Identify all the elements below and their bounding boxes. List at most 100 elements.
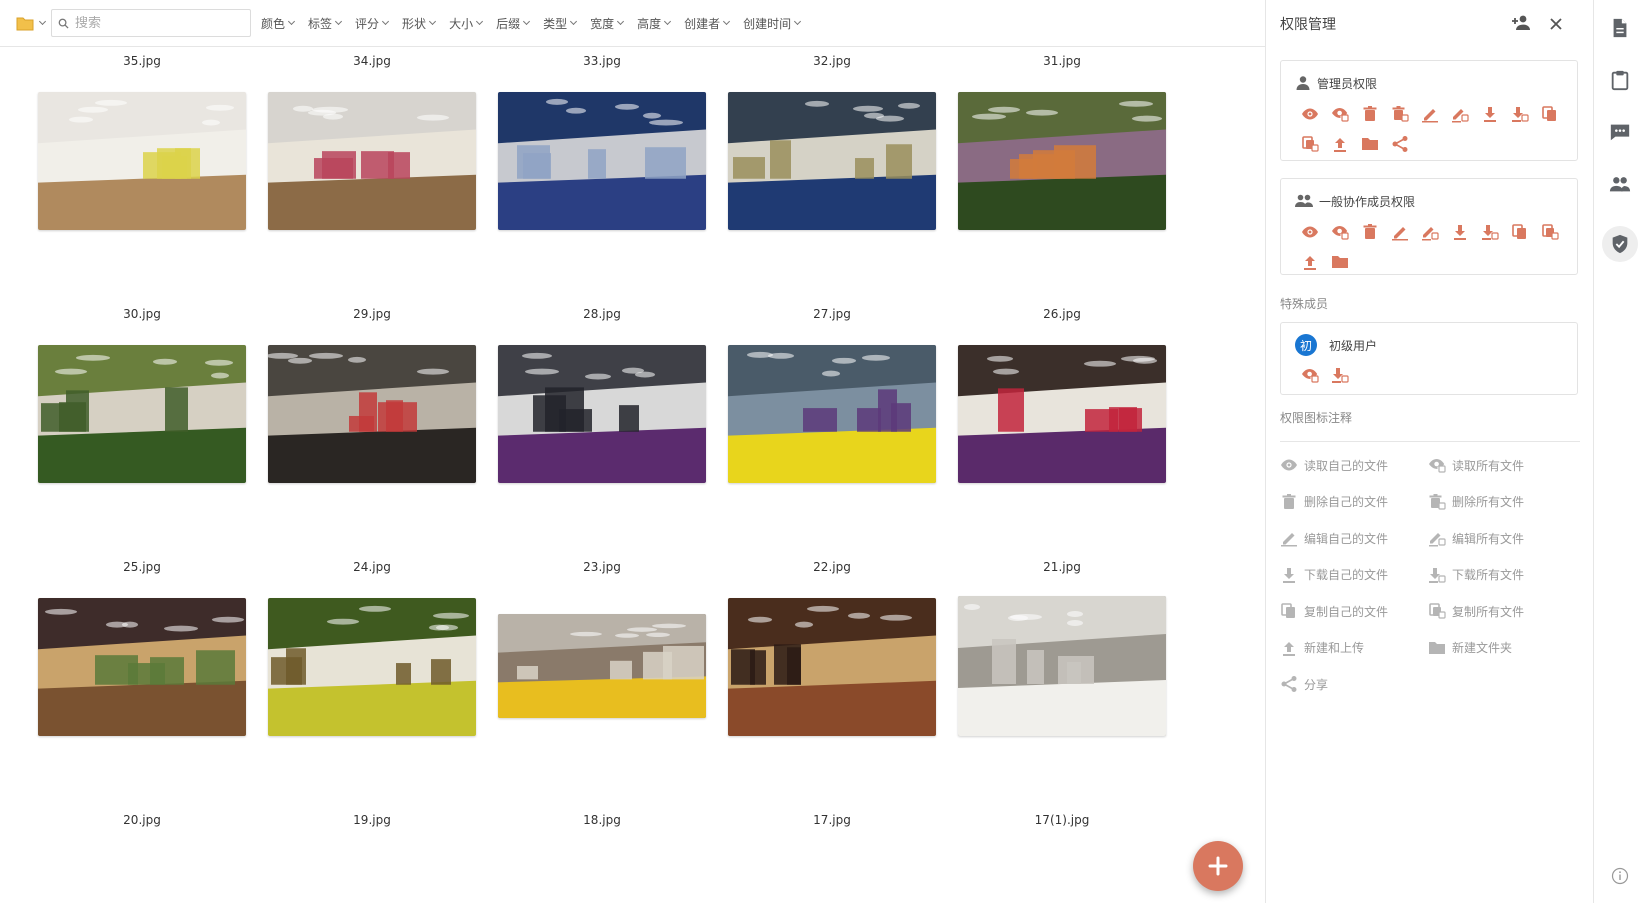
rail-document-button[interactable] [1602, 10, 1638, 46]
upload-icon[interactable] [1325, 129, 1355, 159]
share-icon[interactable] [1385, 129, 1415, 159]
special-member-icons [1295, 360, 1577, 390]
image-thumbnail[interactable] [958, 92, 1166, 230]
chevron-down-icon [476, 17, 484, 26]
image-card[interactable] [958, 50, 1166, 230]
eye-icon[interactable] [1295, 99, 1325, 129]
image-thumbnail[interactable] [498, 614, 706, 718]
image-card[interactable] [268, 303, 476, 483]
close-panel-button[interactable] [1549, 16, 1563, 35]
search-box[interactable] [51, 9, 251, 37]
pencil-all-icon[interactable] [1445, 99, 1475, 129]
image-thumbnail[interactable] [38, 345, 246, 483]
chevron-down-icon [382, 17, 390, 26]
image-thumbnail[interactable] [498, 92, 706, 230]
filter-bar: 颜色 标签 评分 形状 大小 后缀 类型 宽度 高度 创建者 创建时间 [261, 15, 814, 32]
pencil-all-icon[interactable] [1415, 217, 1445, 247]
filter-2[interactable]: 评分 [355, 15, 390, 32]
download-all-icon[interactable] [1475, 217, 1505, 247]
copy-icon[interactable] [1535, 99, 1565, 129]
image-thumbnail[interactable] [958, 596, 1166, 736]
filter-8[interactable]: 高度 [637, 15, 672, 32]
image-card[interactable] [38, 50, 246, 230]
filter-1[interactable]: 标签 [308, 15, 343, 32]
legend-item: 读取自己的文件 [1280, 456, 1388, 474]
trash-all-icon[interactable] [1385, 99, 1415, 129]
folder-icon[interactable] [1355, 129, 1385, 159]
download-all-icon[interactable] [1505, 99, 1535, 129]
legend-label: 权限图标注释 [1280, 411, 1353, 425]
pencil-icon[interactable] [1415, 99, 1445, 129]
filter-3[interactable]: 形状 [402, 15, 437, 32]
download-icon[interactable] [1475, 99, 1505, 129]
pencil-icon[interactable] [1385, 217, 1415, 247]
shield-check-icon [1612, 234, 1628, 254]
chevron-down-icon [664, 17, 672, 26]
trash-icon[interactable] [1355, 99, 1385, 129]
eye-all-icon[interactable] [1325, 217, 1355, 247]
image-card[interactable] [268, 50, 476, 230]
panel-title: 权限管理 [1280, 17, 1336, 33]
filter-9[interactable]: 创建者 [684, 15, 731, 32]
folder-icon[interactable] [1325, 247, 1355, 277]
image-thumbnail[interactable] [728, 345, 936, 483]
copy-all-icon[interactable] [1295, 129, 1325, 159]
special-member-card[interactable]: 初 初级用户 [1280, 322, 1578, 395]
legend-item: 删除所有文件 [1428, 493, 1524, 511]
image-thumbnail[interactable] [728, 92, 936, 230]
filter-6[interactable]: 类型 [543, 15, 578, 32]
filter-4[interactable]: 大小 [449, 15, 484, 32]
chevron-down-icon [334, 17, 343, 26]
image-card[interactable] [498, 556, 706, 736]
trash-icon[interactable] [1355, 217, 1385, 247]
admin-user-icon [1296, 76, 1310, 90]
image-thumbnail[interactable] [958, 345, 1166, 483]
trash-all-icon [1428, 493, 1446, 511]
filter-10[interactable]: 创建时间 [743, 15, 802, 32]
image-card[interactable] [268, 556, 476, 736]
eye-all-icon[interactable] [1295, 360, 1325, 390]
copy-icon[interactable] [1505, 217, 1535, 247]
add-fab-button[interactable] [1193, 841, 1243, 891]
image-card[interactable] [728, 556, 936, 736]
eye-all-icon[interactable] [1325, 99, 1355, 129]
image-thumbnail[interactable] [38, 92, 246, 230]
download-icon[interactable] [1445, 217, 1475, 247]
search-input[interactable] [75, 15, 235, 31]
image-card[interactable] [38, 303, 246, 483]
download-all-icon[interactable] [1325, 360, 1355, 390]
image-thumbnail[interactable] [38, 598, 246, 736]
legend-item: 下载自己的文件 [1280, 566, 1388, 584]
rail-clipboard-button[interactable] [1602, 62, 1638, 98]
image-thumbnail[interactable] [268, 598, 476, 736]
folder-select-button[interactable] [16, 11, 47, 35]
rail-comment-button[interactable] [1602, 114, 1638, 150]
chevron-down-icon [523, 17, 531, 26]
image-thumbnail[interactable] [728, 598, 936, 736]
filter-label: 创建者 [684, 16, 721, 31]
legend-item-label: 删除所有文件 [1452, 495, 1525, 509]
image-card[interactable] [958, 303, 1166, 483]
copy-icon [1280, 602, 1298, 620]
eye-icon[interactable] [1295, 217, 1325, 247]
rail-shield-check-button[interactable] [1602, 226, 1638, 262]
image-card[interactable] [498, 50, 706, 230]
copy-all-icon[interactable] [1535, 217, 1565, 247]
member-permission-label: 一般协作成员权限 [1319, 194, 1416, 209]
image-thumbnail[interactable] [268, 345, 476, 483]
rail-people-button[interactable] [1602, 166, 1638, 202]
image-card[interactable] [958, 556, 1166, 736]
filter-5[interactable]: 后缀 [496, 15, 531, 32]
upload-icon[interactable] [1295, 247, 1325, 277]
image-thumbnail[interactable] [498, 345, 706, 483]
info-button[interactable] [1602, 858, 1638, 894]
image-card[interactable] [498, 303, 706, 483]
image-card[interactable] [728, 50, 936, 230]
add-member-button[interactable] [1511, 14, 1531, 36]
image-card[interactable] [38, 556, 246, 736]
image-thumbnail[interactable] [268, 92, 476, 230]
member-permission-card: 一般协作成员权限 [1280, 178, 1578, 275]
filter-7[interactable]: 宽度 [590, 15, 625, 32]
image-card[interactable] [728, 303, 936, 483]
filter-0[interactable]: 颜色 [261, 15, 296, 32]
